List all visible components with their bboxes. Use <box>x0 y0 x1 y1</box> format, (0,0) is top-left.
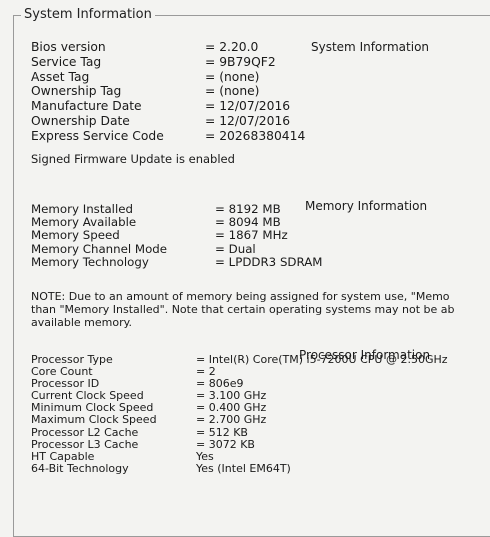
memory-info-heading: Memory Information <box>305 199 428 213</box>
row-label: 64-Bit Technology <box>31 461 129 475</box>
row-label: Express Service Code <box>31 128 164 143</box>
row-label: Memory Channel Mode <box>31 241 168 256</box>
row-value: = 20268380414 <box>205 128 306 143</box>
row-label: Processor L3 Cache <box>31 437 139 451</box>
groupbox-title: System Information <box>21 7 155 22</box>
note-line: NOTE: Due to an amount of memory being a… <box>31 290 450 303</box>
row-value: = 512 KB <box>196 425 248 439</box>
note-line: available memory. <box>31 316 133 329</box>
system-info-heading: System Information <box>311 40 430 54</box>
memory-note: NOTE: Due to an amount of memory being a… <box>31 290 455 329</box>
firmware-status-text: Signed Firmware Update is enabled <box>31 152 235 166</box>
row-value: = 12/07/2016 <box>205 113 291 128</box>
row-value: = (none) <box>205 69 260 84</box>
row-value: = 2.20.0 <box>205 40 259 54</box>
row-label: Processor L2 Cache <box>31 425 139 439</box>
row-value: = 1867 MHz <box>215 228 288 243</box>
row-label: Ownership Tag <box>31 84 122 99</box>
row-value: = 12/07/2016 <box>205 99 291 114</box>
row-value: = LPDDR3 SDRAM <box>215 254 323 269</box>
row-value: = 3072 KB <box>196 437 255 451</box>
row-label: Maximum Clock Speed <box>31 413 157 427</box>
row-label: Manufacture Date <box>31 99 142 114</box>
row-value: Yes (Intel EM64T) <box>196 461 291 475</box>
row-value: = (none) <box>205 84 260 99</box>
row-value: = Dual <box>215 241 256 256</box>
note-line: than "Memory Installed". Note that certa… <box>31 303 455 316</box>
row-value: = Intel(R) Core(TM) i5-7200U CPU @ 2.50G… <box>196 353 448 366</box>
row-value: = 2.700 GHz <box>196 413 267 427</box>
row-label: Memory Technology <box>31 254 149 269</box>
row-label: Memory Speed <box>31 228 120 243</box>
row-label: Ownership Date <box>31 113 130 128</box>
row-label: Asset Tag <box>31 69 90 84</box>
row-label: Service Tag <box>31 54 102 69</box>
row-label: Bios version <box>31 40 106 54</box>
row-value: = 9B79QF2 <box>205 54 276 69</box>
